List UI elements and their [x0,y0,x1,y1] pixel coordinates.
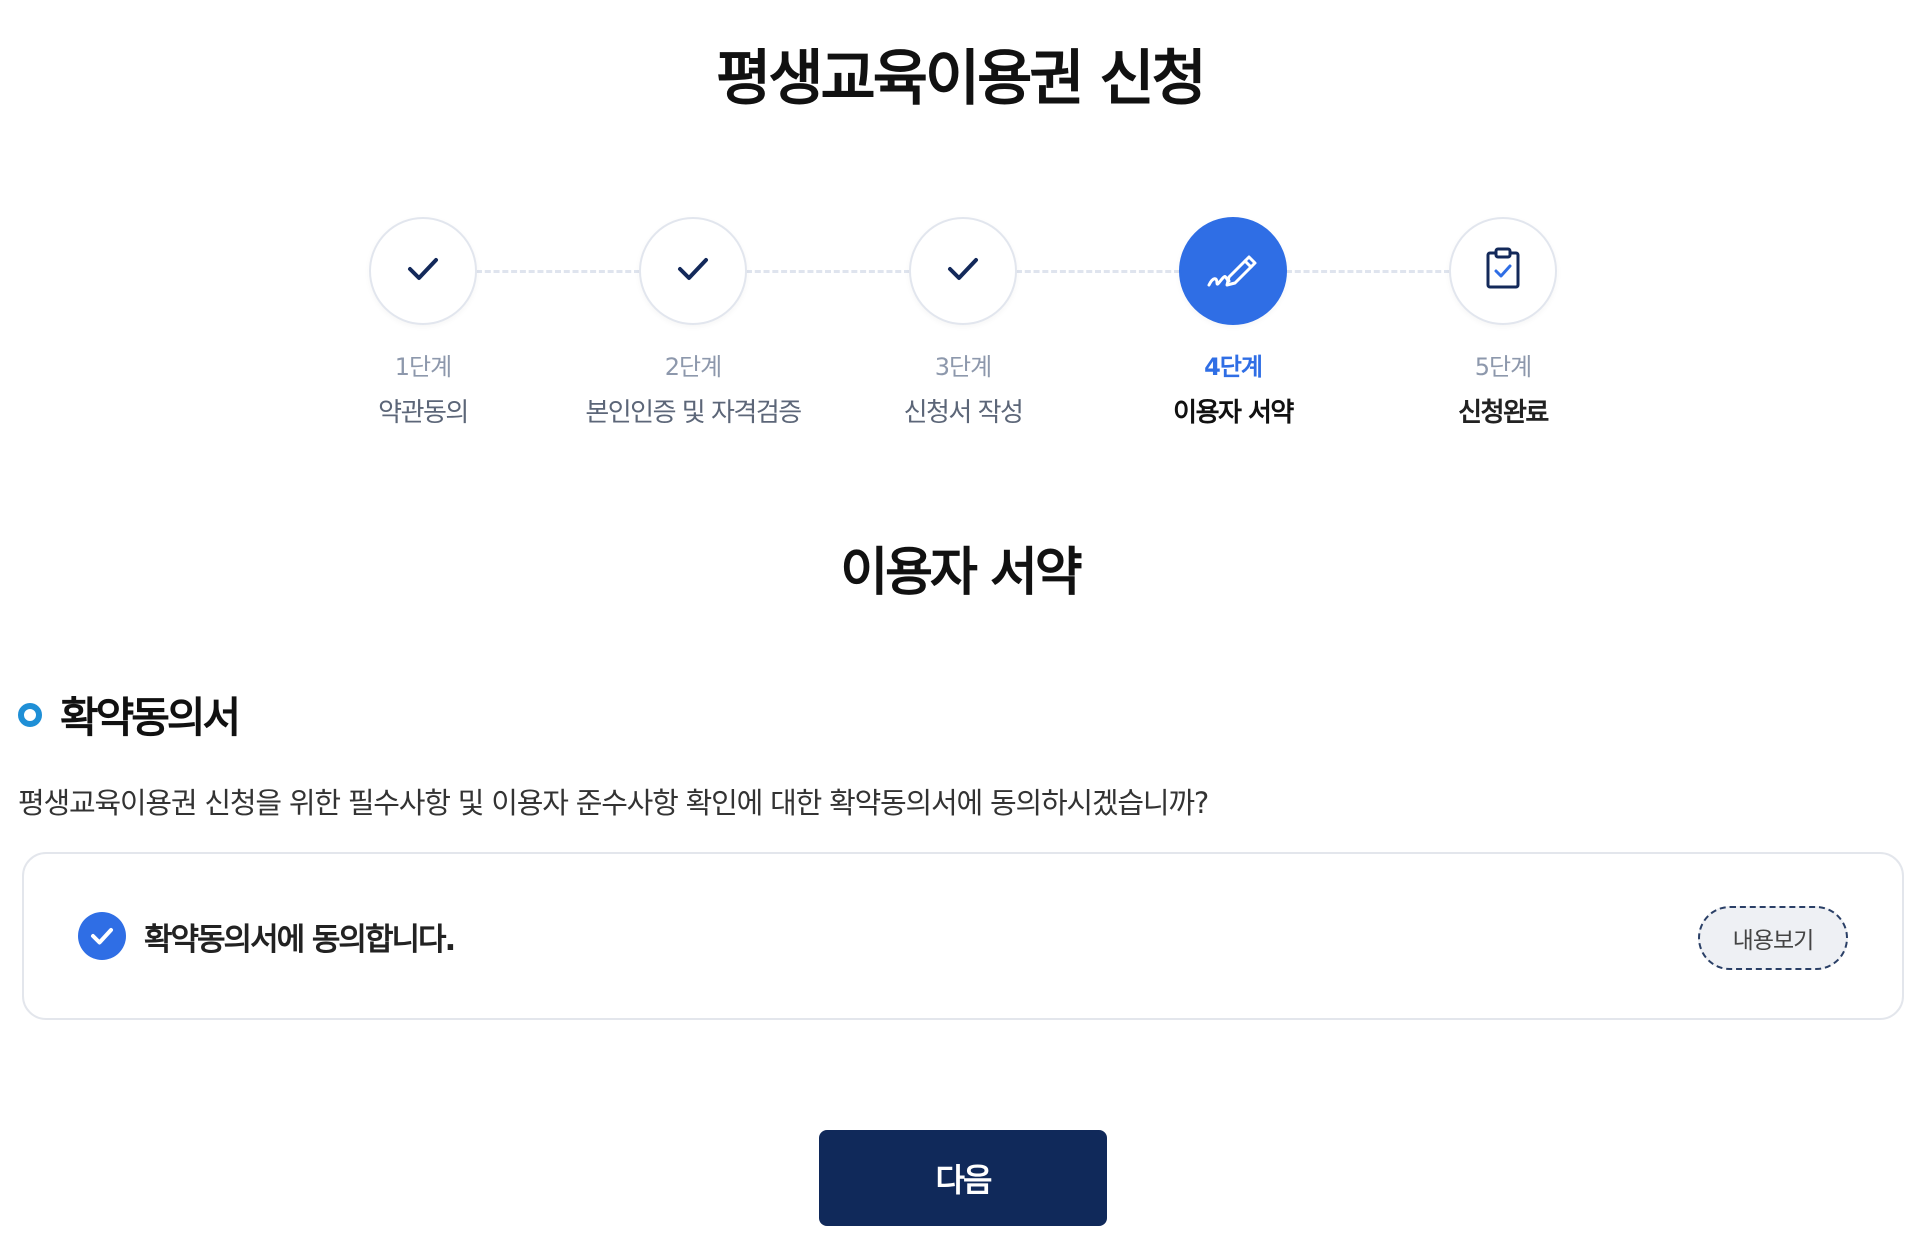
progress-stepper: 1단계 약관동의 2단계 본인인증 및 자격검증 3단계 신청서 작성 4단계 … [0,217,1920,428]
agreement-box: 확약동의서에 동의합니다. 내용보기 [22,852,1904,1020]
step-4-circle [1179,217,1287,325]
next-button[interactable]: 다음 [819,1130,1107,1226]
pledge-title: 확약동의서 [60,693,241,742]
section-title: 이용자 서약 [840,543,1082,603]
view-content-button[interactable]: 내용보기 [1698,906,1848,970]
step-5-label: 신청완료 [1458,398,1549,428]
check-icon [945,251,981,291]
check-icon [675,251,711,291]
pledge-heading: 확약동의서 [18,684,241,745]
page-title: 평생교육이용권 신청 [716,44,1207,114]
step-2-circle [639,217,747,325]
check-icon [405,251,441,291]
step-5-circle [1449,217,1557,325]
checked-icon[interactable] [78,912,126,960]
agree-checkbox[interactable]: 확약동의서에 동의합니다. [78,912,456,960]
step-5: 5단계 신청완료 [1333,217,1673,429]
clipboard-check-icon [1483,247,1523,295]
agree-label[interactable]: 확약동의서에 동의합니다. [144,914,456,959]
bullet-icon [18,702,42,727]
step-1-circle [369,217,477,325]
pledge-description: 평생교육이용권 신청을 위한 필수사항 및 이용자 준수사항 확인에 대한 확약… [18,786,1209,820]
application-page: 평생교육이용권 신청 1단계 약관동의 2단계 본인인증 및 자격검증 3단계 … [0,0,1920,1248]
step-3-circle [909,217,1017,325]
step-5-number: 5단계 [1474,353,1532,381]
pen-sign-icon [1205,247,1261,295]
